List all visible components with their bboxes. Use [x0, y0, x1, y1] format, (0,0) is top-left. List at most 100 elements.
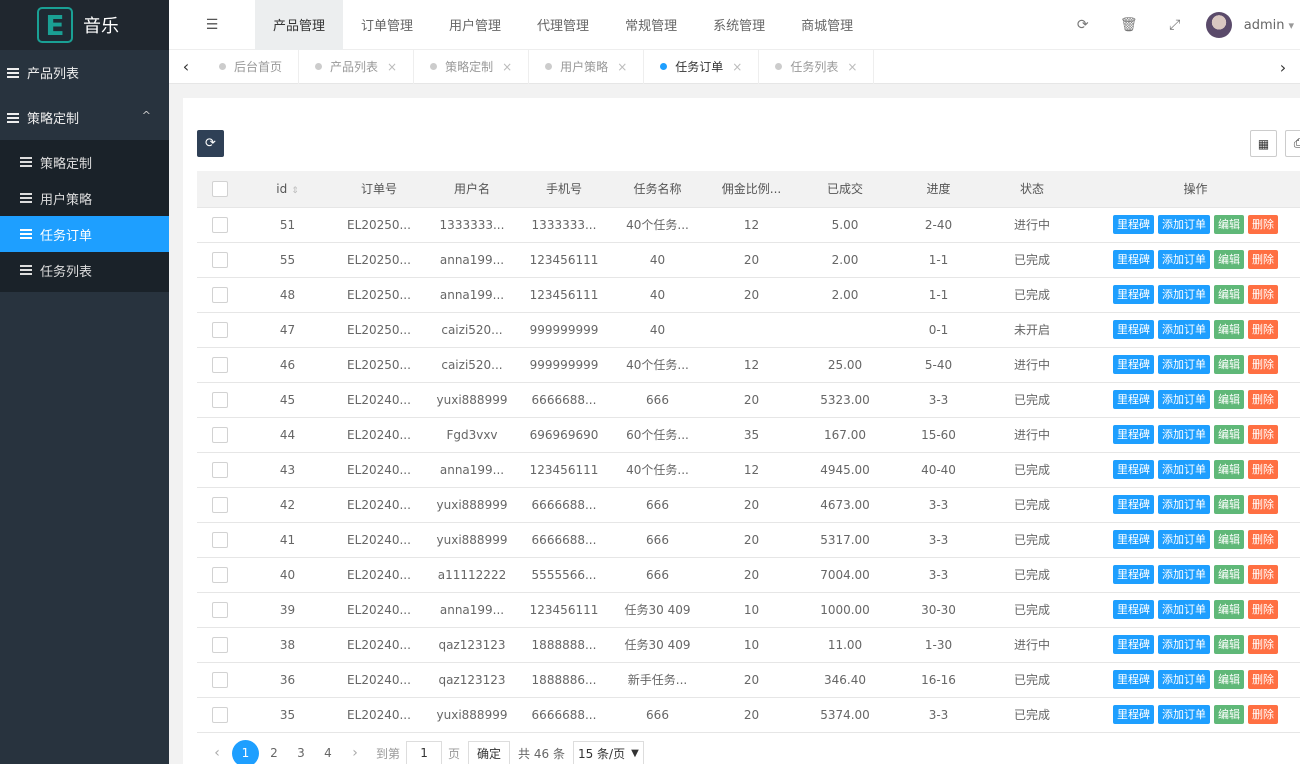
row-checkbox-cell[interactable]	[197, 522, 243, 558]
edit-button[interactable]: 编辑	[1214, 635, 1244, 654]
sidebar-subitem-task-orders[interactable]: 任务订单	[0, 216, 169, 252]
add-order-button[interactable]: 添加订单	[1158, 670, 1210, 689]
delete-button[interactable]: 删除	[1248, 460, 1278, 479]
delete-button[interactable]: 删除	[1248, 600, 1278, 619]
close-icon[interactable]: ×	[847, 60, 857, 74]
sidebar-item-product-list[interactable]: 产品列表	[0, 50, 169, 95]
tab-task-list[interactable]: 任务列表 ×	[759, 49, 875, 84]
row-checkbox-cell[interactable]	[197, 347, 243, 383]
table-row[interactable]: 38 EL20240... qaz123123 1888888... 任务30 409 1…	[197, 627, 1300, 663]
top-nav-system[interactable]: 系统管理	[695, 0, 783, 50]
add-order-button[interactable]: 添加订单	[1158, 495, 1210, 514]
row-checkbox[interactable]	[212, 671, 228, 688]
edit-button[interactable]: 编辑	[1214, 250, 1244, 269]
close-icon[interactable]: ×	[502, 60, 512, 74]
row-checkbox-cell[interactable]	[197, 662, 243, 698]
delete-button[interactable]: 删除	[1248, 495, 1278, 514]
row-checkbox-cell[interactable]	[197, 557, 243, 593]
tab-strategy[interactable]: 策略定制 ×	[414, 49, 530, 84]
milestone-button[interactable]: 里程碑	[1113, 460, 1154, 479]
milestone-button[interactable]: 里程碑	[1113, 705, 1154, 724]
delete-button[interactable]: 删除	[1248, 565, 1278, 584]
delete-button[interactable]: 删除	[1248, 285, 1278, 304]
delete-button[interactable]: 删除	[1248, 425, 1278, 444]
row-checkbox[interactable]	[212, 426, 228, 443]
top-nav-product[interactable]: 产品管理	[255, 0, 344, 50]
row-checkbox[interactable]	[212, 321, 228, 338]
row-checkbox-cell[interactable]	[197, 487, 243, 523]
delete-button[interactable]: 删除	[1248, 320, 1278, 339]
edit-button[interactable]: 编辑	[1214, 355, 1244, 374]
row-checkbox-cell[interactable]	[197, 312, 243, 348]
table-row[interactable]: 39 EL20240... anna199... 123456111 任务30 409 1…	[197, 592, 1300, 628]
table-row[interactable]: 36 EL20240... qaz123123 1888886... 新手任务... 20…	[197, 662, 1300, 698]
close-icon[interactable]: ×	[387, 60, 397, 74]
table-row[interactable]: 43 EL20240... anna199... 123456111 40个任务... 1…	[197, 452, 1300, 488]
delete-button[interactable]: 删除	[1248, 355, 1278, 374]
milestone-button[interactable]: 里程碑	[1113, 285, 1154, 304]
top-nav-agents[interactable]: 代理管理	[519, 0, 607, 50]
row-checkbox[interactable]	[212, 706, 228, 723]
row-checkbox[interactable]	[212, 496, 228, 513]
top-nav-users[interactable]: 用户管理	[431, 0, 519, 50]
row-checkbox[interactable]	[212, 286, 228, 303]
edit-button[interactable]: 编辑	[1214, 460, 1244, 479]
top-nav-orders[interactable]: 订单管理	[343, 0, 431, 50]
add-order-button[interactable]: 添加订单	[1158, 425, 1210, 444]
sort-icon[interactable]: ⇕	[291, 186, 299, 196]
table-refresh-button[interactable]: ⟳	[197, 130, 224, 157]
table-row[interactable]: 51 EL20250... 1333333... 1333333... 40个任务...…	[197, 207, 1300, 243]
columns-icon[interactable]: ▦	[1250, 130, 1277, 157]
row-checkbox[interactable]	[212, 601, 228, 618]
delete-button[interactable]: 删除	[1248, 250, 1278, 269]
delete-button[interactable]: 删除	[1248, 215, 1278, 234]
add-order-button[interactable]: 添加订单	[1158, 530, 1210, 549]
edit-button[interactable]: 编辑	[1214, 425, 1244, 444]
avatar[interactable]	[1205, 12, 1232, 38]
add-order-button[interactable]: 添加订单	[1158, 355, 1210, 374]
close-icon[interactable]: ×	[617, 60, 627, 74]
milestone-button[interactable]: 里程碑	[1113, 215, 1154, 234]
milestone-button[interactable]: 里程碑	[1113, 565, 1154, 584]
trash-icon[interactable]: 🗑	[1106, 17, 1152, 33]
row-checkbox[interactable]	[212, 636, 228, 653]
tab-user-strategy[interactable]: 用户策略 ×	[529, 49, 645, 84]
table-row[interactable]: 45 EL20240... yuxi888999 6666688... 666 20 532…	[197, 382, 1300, 418]
add-order-button[interactable]: 添加订单	[1158, 285, 1210, 304]
row-checkbox-cell[interactable]	[197, 382, 243, 418]
delete-button[interactable]: 删除	[1248, 670, 1278, 689]
milestone-button[interactable]: 里程碑	[1113, 250, 1154, 269]
delete-button[interactable]: 删除	[1248, 635, 1278, 654]
add-order-button[interactable]: 添加订单	[1158, 635, 1210, 654]
row-checkbox-cell[interactable]	[197, 452, 243, 488]
header-id[interactable]: id ⇕	[243, 171, 332, 208]
milestone-button[interactable]: 里程碑	[1113, 320, 1154, 339]
edit-button[interactable]: 编辑	[1214, 390, 1244, 409]
goto-page-input[interactable]: 1	[406, 741, 443, 764]
tab-task-orders[interactable]: 任务订单 ×	[644, 49, 760, 84]
row-checkbox-cell[interactable]	[197, 242, 243, 278]
row-checkbox-cell[interactable]	[197, 592, 243, 628]
milestone-button[interactable]: 里程碑	[1113, 425, 1154, 444]
milestone-button[interactable]: 里程碑	[1113, 355, 1154, 374]
page-4[interactable]: 4	[316, 741, 340, 764]
edit-button[interactable]: 编辑	[1214, 705, 1244, 724]
milestone-button[interactable]: 里程碑	[1113, 670, 1154, 689]
table-row[interactable]: 35 EL20240... yuxi888999 6666688... 666 20 537…	[197, 697, 1300, 733]
edit-button[interactable]: 编辑	[1214, 215, 1244, 234]
logo[interactable]: E 音乐	[0, 0, 169, 50]
row-checkbox-cell[interactable]	[197, 627, 243, 663]
refresh-icon[interactable]: ⟳	[1060, 17, 1106, 33]
dropdown-caret-icon[interactable]: ▾	[1288, 19, 1294, 32]
table-row[interactable]: 48 EL20250... anna199... 123456111 40 20 2.00 1…	[197, 277, 1300, 313]
row-checkbox[interactable]	[212, 566, 228, 583]
row-checkbox[interactable]	[212, 251, 228, 268]
sidebar-item-strategy[interactable]: 策略定制 ^	[0, 95, 169, 140]
row-checkbox-cell[interactable]	[197, 697, 243, 733]
add-order-button[interactable]: 添加订单	[1158, 600, 1210, 619]
row-checkbox[interactable]	[212, 461, 228, 478]
table-row[interactable]: 41 EL20240... yuxi888999 6666688... 666 20 531…	[197, 522, 1300, 558]
row-checkbox[interactable]	[212, 391, 228, 408]
page-1[interactable]: 1	[232, 739, 259, 764]
edit-button[interactable]: 编辑	[1214, 285, 1244, 304]
